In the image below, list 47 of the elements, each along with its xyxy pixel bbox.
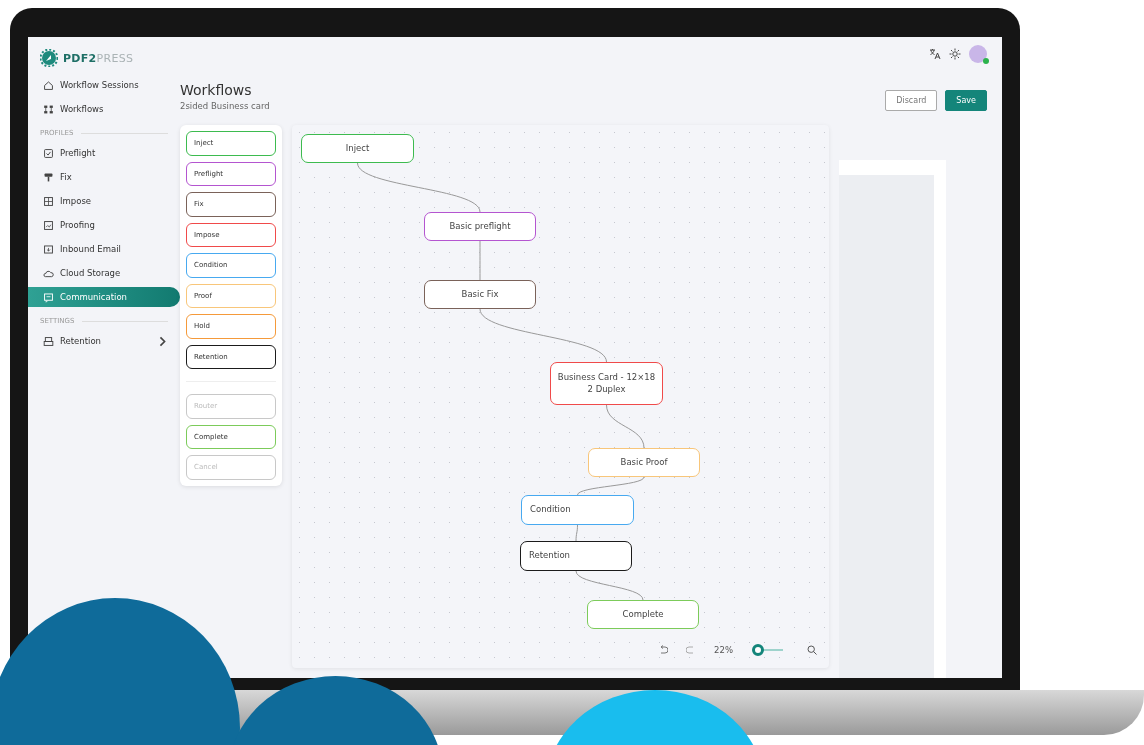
undo-icon[interactable] (658, 645, 669, 655)
gear-logo-icon (40, 49, 58, 67)
workflow-node[interactable]: Inject (301, 134, 414, 163)
sidebar-item[interactable]: Fix (28, 167, 180, 187)
save-button[interactable]: Save (945, 90, 987, 111)
sidebar-item-icon (43, 103, 54, 115)
sidebar-item[interactable]: Inbound Email (28, 239, 180, 259)
connector-line (575, 524, 578, 542)
sidebar-item-icon (43, 291, 54, 303)
workflow-node[interactable]: Basic Fix (424, 280, 536, 309)
sidebar-item-icon (43, 219, 54, 231)
online-status-dot (983, 57, 989, 64)
avatar[interactable] (969, 44, 987, 63)
sidebar-item[interactable]: Preflight (28, 143, 180, 163)
translate-icon[interactable] (929, 47, 941, 60)
sidebar-item-icon (43, 171, 54, 183)
discard-button[interactable]: Discard (885, 90, 938, 111)
slider-thumb[interactable] (752, 644, 765, 656)
sidebar-item[interactable]: Workflows (28, 99, 180, 119)
page-subtitle: 2sided Business card (180, 101, 270, 111)
chevron-icon (157, 335, 168, 347)
connector-line (479, 240, 481, 281)
logo-text: PDF2PRESS (63, 51, 134, 65)
sidebar-item[interactable]: Impose (28, 191, 180, 211)
page-title: Workflows (180, 82, 253, 98)
workflow-node[interactable]: Complete (587, 600, 699, 629)
sidebar-item[interactable]: Cloud Storage (28, 263, 180, 283)
connector-line (575, 570, 644, 601)
sidebar-item[interactable]: Workflow Sessions (28, 75, 180, 95)
workflow-node[interactable]: Basic preflight (424, 212, 536, 241)
sidebar-item-icon (43, 335, 54, 347)
workflow-node[interactable]: Condition (521, 495, 634, 525)
sidebar-item-icon (43, 79, 54, 91)
sidebar-item-icon (43, 195, 54, 207)
workflow-node[interactable]: Business Card - 12×18 2 Duplex (550, 362, 663, 405)
sidebar-item[interactable]: Retention (28, 331, 180, 351)
zoom-reading: 22% (714, 645, 733, 655)
sidebar-item-icon (43, 147, 54, 159)
sidebar-item[interactable]: Communication (28, 287, 180, 307)
search-icon[interactable] (807, 645, 817, 655)
sidebar-item-icon (43, 243, 54, 255)
sidebar-item[interactable]: Proofing (28, 215, 180, 235)
workflow-node[interactable]: Basic Proof (588, 448, 700, 477)
connector-line (577, 476, 645, 496)
workflow-node[interactable]: Retention (520, 541, 632, 571)
connector-line (606, 404, 645, 449)
sun-icon[interactable] (949, 47, 961, 60)
